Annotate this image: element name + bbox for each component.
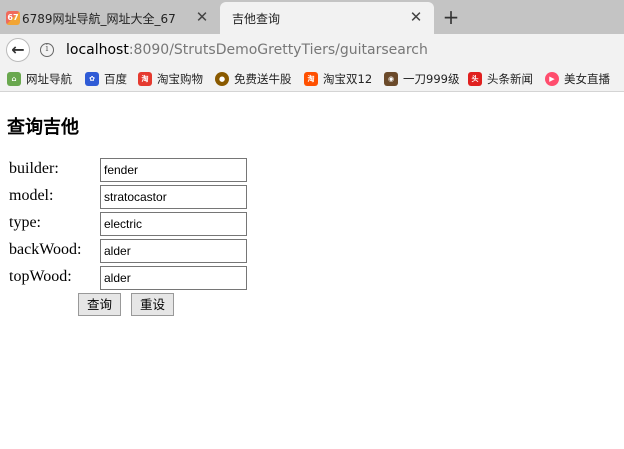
green-bird-icon: ⌂ [7,72,21,86]
bookmark-label: 网址导航 [26,72,72,86]
backwood-label: backWood: [9,241,82,258]
bookmark-label: 头条新闻 [487,72,533,86]
address-toolbar: ← i localhost:8090/StrutsDemoGrettyTiers… [0,34,624,66]
address-bar[interactable]: localhost:8090/StrutsDemoGrettyTiers/gui… [66,40,428,60]
tab-title: 6789网址导航_网址大全_67 [22,11,176,26]
site-favicon-icon: 67 [6,11,20,25]
type-label: type: [9,214,41,231]
taobao-icon: 淘 [138,72,152,86]
topwood-input[interactable] [100,266,247,290]
bookmark-label: 一刀999级 [403,72,460,86]
url-host: localhost [66,42,129,58]
bookmark-label: 美女直播 [564,72,610,86]
bookmark-item[interactable]: ✿ 百度 [85,71,127,87]
tab-guitar-search[interactable]: 吉他查询 ✕ [220,2,434,34]
toutiao-icon: 头 [468,72,482,86]
tao-icon: 淘 [304,72,318,86]
game-icon: ◉ [384,72,398,86]
coin-icon: ● [215,72,229,86]
builder-label: builder: [9,160,59,177]
bookmark-item[interactable]: ⌂ 网址导航 [7,71,72,87]
form-row-type: type: [9,212,269,236]
page-title: 查询吉他 [7,117,79,138]
model-input[interactable] [100,185,247,209]
bookmark-label: 百度 [104,72,127,86]
bookmark-item[interactable]: 头 头条新闻 [468,71,533,87]
form-row-backwood: backWood: [9,239,269,263]
info-icon[interactable]: i [40,43,54,57]
form-row-builder: builder: [9,158,269,182]
close-tab-icon[interactable]: ✕ [194,9,210,25]
type-input[interactable] [100,212,247,236]
form-row-topwood: topWood: [9,266,269,290]
bookmark-label: 淘宝购物 [157,72,203,86]
bookmark-item[interactable]: ▶ 美女直播 [545,71,610,87]
bookmarks-bar: ⌂ 网址导航 ✿ 百度 淘 淘宝购物 ● 免费送牛股 淘 淘宝双12 ◉ 一刀9… [0,66,624,92]
bookmark-label: 免费送牛股 [234,72,292,86]
reset-button[interactable]: 重设 [131,293,175,316]
baidu-paw-icon: ✿ [85,72,99,86]
bookmark-item[interactable]: 淘 淘宝购物 [138,71,203,87]
url-path: :8090/StrutsDemoGrettyTiers/guitarsearch [128,42,428,58]
back-arrow-icon[interactable]: ← [6,38,30,62]
tab-6789[interactable]: 67 6789网址导航_网址大全_67 ✕ [0,2,220,34]
form-row-model: model: [9,185,269,209]
bookmark-label: 淘宝双12 [323,72,373,86]
page-content: 查询吉他 builder: model: type: backWood: top… [0,93,624,449]
bookmark-item[interactable]: ◉ 一刀999级 [384,71,459,87]
tab-title: 吉他查询 [232,11,281,26]
topwood-label: topWood: [9,268,72,285]
close-tab-icon[interactable]: ✕ [408,9,424,25]
new-tab-button[interactable]: + [440,6,462,28]
model-label: model: [9,187,54,204]
submit-button[interactable]: 查询 [78,293,122,316]
builder-input[interactable] [100,158,247,182]
live-icon: ▶ [545,72,559,86]
bookmark-item[interactable]: 淘 淘宝双12 [304,71,372,87]
tab-strip: 67 6789网址导航_网址大全_67 ✕ 吉他查询 ✕ + [0,0,624,34]
backwood-input[interactable] [100,239,247,263]
bookmark-item[interactable]: ● 免费送牛股 [215,71,292,87]
